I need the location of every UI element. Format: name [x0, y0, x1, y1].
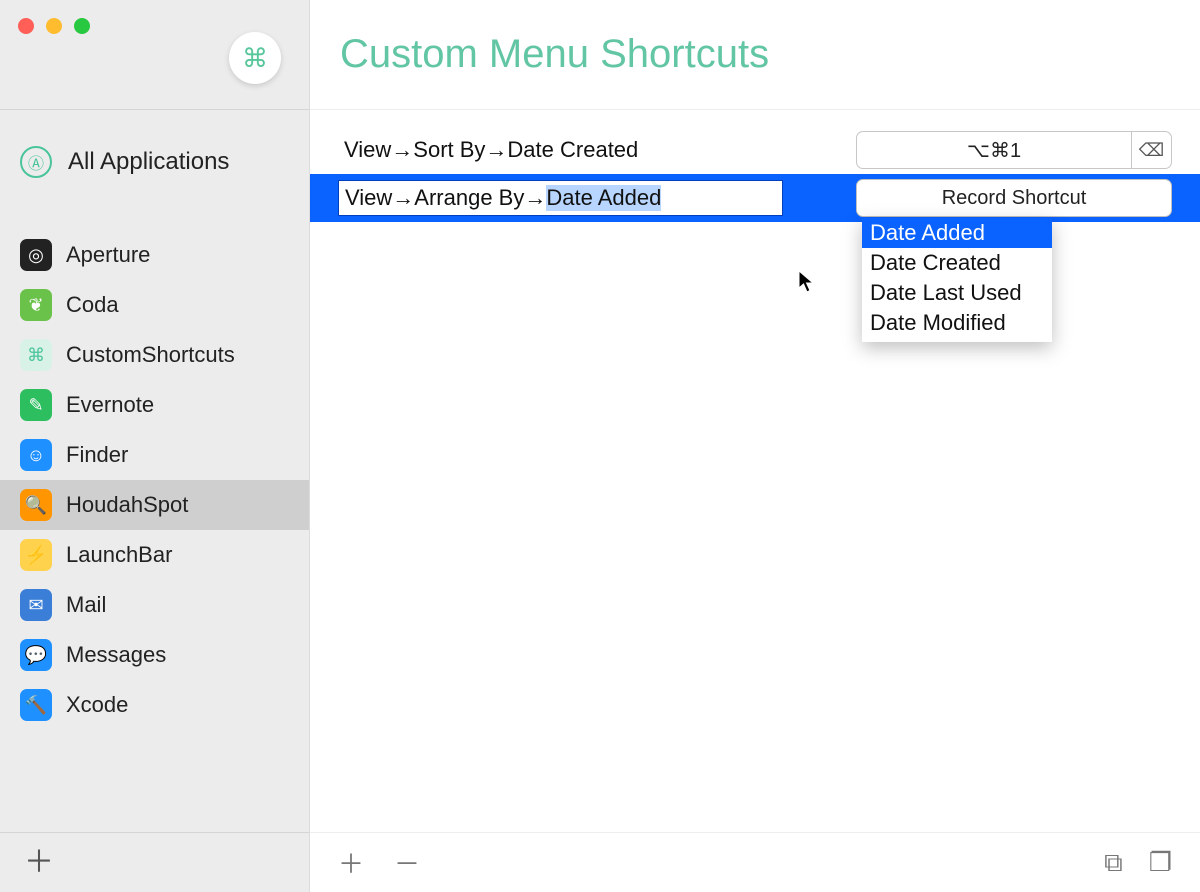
menu-path-text: View→Sort By→Date Created [344, 137, 638, 163]
main-pane: Custom Menu Shortcuts View→Sort By→Date … [310, 0, 1200, 892]
menu-path-prefix: View→Arrange By→ [345, 185, 546, 211]
command-icon: ⌘ [242, 43, 268, 74]
minimize-window-button[interactable] [46, 18, 62, 34]
cursor-icon [798, 270, 816, 300]
aperture-icon: ◎ [20, 239, 52, 271]
menu-path-completion: Date Added [546, 185, 661, 211]
coda-icon: ❦ [20, 289, 52, 321]
traffic-lights [18, 18, 90, 34]
delete-icon: ⌫ [1139, 140, 1164, 161]
main-header: Custom Menu Shortcuts [310, 0, 1200, 110]
shortcut-rows: View→Sort By→Date Created ⌥⌘1 ⌫ View→Arr… [310, 110, 1200, 222]
autocomplete-item[interactable]: Date Last Used [862, 278, 1052, 308]
autocomplete-item[interactable]: Date Created [862, 248, 1052, 278]
shortcut-display: ⌥⌘1 [857, 138, 1131, 163]
clear-shortcut-button[interactable]: ⌫ [1131, 132, 1171, 168]
add-app-button[interactable]: ＋ [24, 848, 54, 878]
sidebar-all-apps-section: Ⓐ All Applications [0, 110, 309, 200]
window-duplicate-button[interactable]: ❐ [1149, 847, 1172, 879]
messages-icon: 💬 [20, 639, 52, 671]
app-label: CustomShortcuts [66, 342, 235, 368]
app-label: Mail [66, 592, 106, 618]
app-logo-icon: ⌘ [229, 32, 281, 84]
app-list: ◎ Aperture ❦ Coda ⌘ CustomShortcuts ✎ Ev… [0, 230, 309, 832]
autocomplete-menu: Date Added Date Created Date Last Used D… [862, 218, 1052, 342]
app-label: Aperture [66, 242, 150, 268]
sidebar-item-mail[interactable]: ✉ Mail [0, 580, 309, 630]
mail-icon: ✉ [20, 589, 52, 621]
evernote-icon: ✎ [20, 389, 52, 421]
remove-shortcut-button[interactable]: － [394, 844, 420, 881]
autocomplete-item[interactable]: Date Added [862, 218, 1052, 248]
sidebar-item-launchbar[interactable]: ⚡ LaunchBar [0, 530, 309, 580]
sidebar-item-finder[interactable]: ☺ Finder [0, 430, 309, 480]
window-clone-button[interactable]: ⧉ [1104, 847, 1123, 879]
app-label: Finder [66, 442, 128, 468]
shortcut-row-selected[interactable]: View→Arrange By→Date Added Record Shortc… [310, 174, 1200, 222]
sidebar-item-customshortcuts[interactable]: ⌘ CustomShortcuts [0, 330, 309, 380]
shortcut-recorder[interactable]: ⌥⌘1 ⌫ [856, 131, 1172, 169]
page-title: Custom Menu Shortcuts [340, 32, 769, 77]
appstore-icon: Ⓐ [20, 146, 52, 178]
titlebar: ⌘ [0, 0, 309, 110]
sidebar-item-houdahspot[interactable]: 🔍 HoudahSpot [0, 480, 309, 530]
sidebar-item-all-applications[interactable]: Ⓐ All Applications [0, 134, 309, 190]
menu-path-field[interactable]: View→Sort By→Date Created [338, 132, 783, 168]
add-shortcut-button[interactable]: ＋ [338, 844, 364, 881]
autocomplete-item[interactable]: Date Modified [862, 308, 1052, 338]
app-label: Xcode [66, 692, 128, 718]
customshortcuts-icon: ⌘ [20, 339, 52, 371]
app-window: ⌘ Ⓐ All Applications ◎ Aperture ❦ Coda ⌘… [0, 0, 1200, 892]
record-shortcut-label: Record Shortcut [942, 187, 1087, 210]
app-label: HoudahSpot [66, 492, 188, 518]
finder-icon: ☺ [20, 439, 52, 471]
sidebar-item-xcode[interactable]: 🔨 Xcode [0, 680, 309, 730]
record-shortcut-button[interactable]: Record Shortcut [856, 179, 1172, 217]
shortcut-row[interactable]: View→Sort By→Date Created ⌥⌘1 ⌫ [310, 126, 1200, 174]
app-label: LaunchBar [66, 542, 172, 568]
launchbar-icon: ⚡ [20, 539, 52, 571]
app-label: Coda [66, 292, 119, 318]
all-applications-label: All Applications [68, 148, 229, 176]
sidebar-item-coda[interactable]: ❦ Coda [0, 280, 309, 330]
main-footer: ＋ － ⧉ ❐ [310, 832, 1200, 892]
app-label: Messages [66, 642, 166, 668]
sidebar-footer: ＋ [0, 832, 309, 892]
xcode-icon: 🔨 [20, 689, 52, 721]
sidebar-item-messages[interactable]: 💬 Messages [0, 630, 309, 680]
houdahspot-icon: 🔍 [20, 489, 52, 521]
sidebar-item-evernote[interactable]: ✎ Evernote [0, 380, 309, 430]
zoom-window-button[interactable] [74, 18, 90, 34]
menu-path-input[interactable]: View→Arrange By→Date Added [338, 180, 783, 216]
sidebar-item-aperture[interactable]: ◎ Aperture [0, 230, 309, 280]
sidebar: ⌘ Ⓐ All Applications ◎ Aperture ❦ Coda ⌘… [0, 0, 310, 892]
app-label: Evernote [66, 392, 154, 418]
close-window-button[interactable] [18, 18, 34, 34]
